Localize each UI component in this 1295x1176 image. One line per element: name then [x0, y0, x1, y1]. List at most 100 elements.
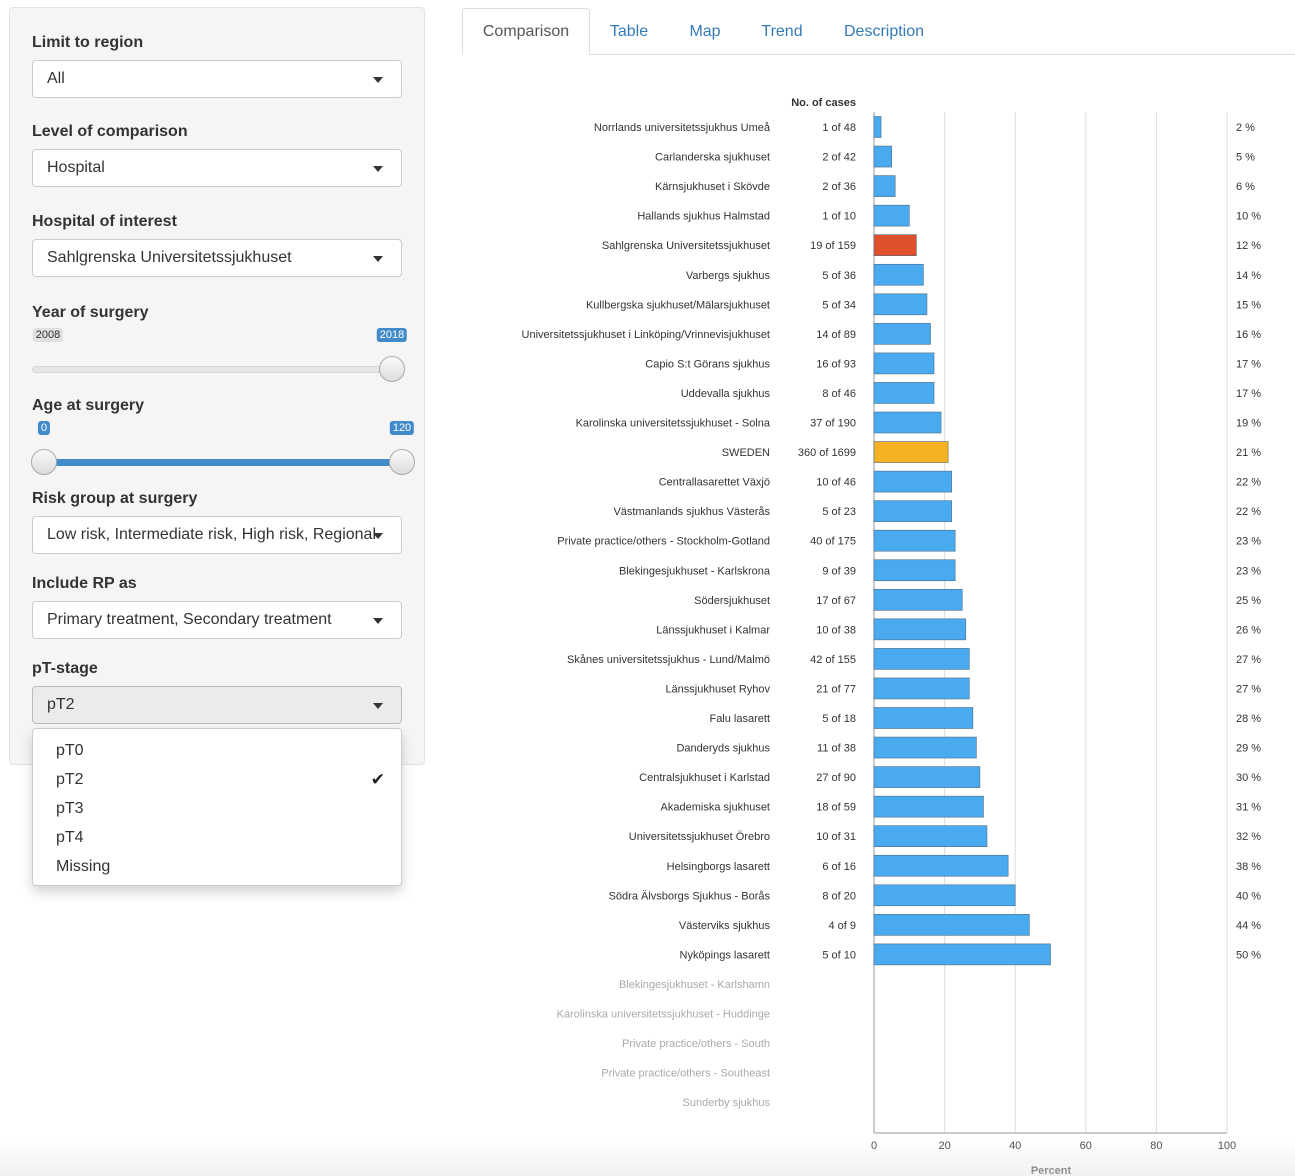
pt-option-pt0[interactable]: pT0 [33, 736, 401, 765]
cases-label: 5 of 34 [822, 299, 856, 311]
hospital-label: Falu lasarett [709, 713, 770, 725]
tab-trend[interactable]: Trend [754, 8, 810, 55]
cases-label: 8 of 46 [822, 388, 856, 400]
hospital-label: Sunderby sjukhus [683, 1097, 771, 1109]
bar [873, 145, 892, 168]
tab-comparison[interactable]: Comparison [462, 8, 590, 55]
bar [873, 559, 956, 582]
rp-label: Include RP as [32, 575, 137, 592]
percent-label: 23 % [1236, 565, 1261, 577]
cases-label: 10 of 38 [816, 624, 856, 636]
hospital-label: Kullbergska sjukhuset/Mälarsjukhuset [586, 299, 770, 311]
percent-label: 38 % [1236, 861, 1261, 873]
percent-label: 15 % [1236, 299, 1261, 311]
bar [873, 116, 882, 138]
region-select[interactable]: All [32, 60, 402, 98]
cases-label: 1 of 48 [822, 122, 856, 134]
x-axis-title: Percent [1031, 1165, 1072, 1176]
cases-label: 42 of 155 [810, 654, 856, 666]
risk-select[interactable]: Low risk, Intermediate risk, High risk, … [32, 516, 402, 554]
region-label: Limit to region [32, 34, 144, 51]
pt-option-pt2[interactable]: pT2 ✔ [33, 765, 401, 794]
cases-label: 21 of 77 [816, 683, 856, 695]
rp-select[interactable]: Primary treatment, Secondary treatment [32, 601, 402, 639]
age-slider[interactable]: 0 120 [31, 421, 415, 481]
percent-label: 16 % [1236, 329, 1261, 341]
checkmark-icon: ✔ [370, 770, 385, 789]
hospital-label: Norrlands universitetssjukhus Umeå [594, 122, 771, 134]
level-label: Level of comparison [32, 123, 188, 140]
percent-label: 40 % [1236, 890, 1261, 902]
bar [873, 618, 967, 641]
level-select[interactable]: Hospital [32, 149, 402, 187]
pt-stage-select[interactable]: pT2 [32, 686, 402, 724]
chevron-down-icon [373, 703, 383, 709]
year-slider-handle[interactable] [379, 356, 405, 382]
percent-label: 44 % [1236, 920, 1261, 932]
age-label: Age at surgery [32, 397, 145, 414]
pt-option-pt4[interactable]: pT4 [33, 823, 401, 852]
hospital-label: Carlanderska sjukhuset [655, 152, 770, 164]
tab-map[interactable]: Map [682, 8, 728, 55]
percent-label: 2 % [1236, 122, 1255, 134]
pt-stage-select-value: pT2 [47, 696, 75, 713]
option-label: pT4 [56, 829, 84, 846]
bar [873, 766, 981, 788]
hospital-label: Universitetssjukhuset i Linköping/Vrinne… [522, 329, 770, 341]
bar [873, 943, 1051, 966]
hospital-label: Länssjukhuset i Kalmar [656, 624, 770, 636]
cases-label: 19 of 159 [810, 240, 856, 252]
age-high-handle[interactable] [389, 449, 415, 475]
cases-label: 14 of 89 [816, 329, 856, 341]
percent-label: 21 % [1236, 447, 1261, 459]
hospital-label: Akademiska sjukhuset [661, 802, 770, 814]
percent-label: 10 % [1236, 211, 1261, 223]
year-slider-track [32, 366, 396, 373]
bar [873, 914, 1030, 936]
percent-label: 32 % [1236, 831, 1261, 843]
year-min-tag: 2008 [32, 328, 64, 342]
tab-description[interactable]: Description [836, 8, 932, 55]
x-tick-label: 80 [1150, 1140, 1162, 1152]
cases-label: 37 of 190 [810, 418, 856, 430]
pt-option-missing[interactable]: Missing [33, 852, 401, 881]
percent-label: 25 % [1236, 595, 1261, 607]
bar-layer [873, 116, 1051, 966]
x-tick-label: 0 [871, 1140, 877, 1152]
hospital-label: Sahlgrenska Universitetssjukhuset [602, 240, 770, 252]
hospital-select[interactable]: Sahlgrenska Universitetssjukhuset [32, 239, 402, 277]
cases-label: 27 of 90 [816, 772, 856, 784]
hospital-label: SWEDEN [722, 447, 770, 459]
hospital-label: Hospital of interest [32, 213, 177, 230]
option-label: pT0 [56, 742, 84, 759]
cases-column-header: No. of cases [791, 97, 856, 109]
age-high-tag: 120 [389, 421, 415, 435]
percent-label: 29 % [1236, 743, 1261, 755]
year-slider[interactable]: 2008 2018 [32, 328, 408, 388]
chevron-down-icon [373, 533, 383, 539]
hospital-label: Universitetssjukhuset Örebro [629, 831, 770, 843]
hospital-label: Blekingesjukhuset - Karlshamn [619, 979, 770, 991]
bar [873, 470, 952, 493]
comparison-bar-chart: 0 20 40 60 80 100 Norrlands universitetssjukhu… [522, 97, 1262, 1176]
bar [873, 441, 949, 463]
x-tick-label: 100 [1218, 1140, 1236, 1152]
cases-label: 5 of 36 [822, 270, 856, 282]
bar [873, 323, 931, 345]
risk-select-value: Low risk, Intermediate risk, High risk, … [47, 526, 377, 543]
pt-stage-label: pT-stage [32, 660, 98, 677]
cases-label: 2 of 42 [822, 152, 856, 164]
hospital-label: Centralsjukhuset i Karlstad [639, 772, 770, 784]
percent-label: 14 % [1236, 270, 1261, 282]
hospital-label: Blekingesjukhuset - Karlskrona [619, 565, 771, 577]
tab-table[interactable]: Table [600, 8, 658, 55]
percent-label: 22 % [1236, 477, 1261, 489]
bar [873, 500, 952, 522]
bar [873, 854, 1009, 877]
bar [873, 293, 928, 316]
hospital-label: Private practice/others - South [622, 1038, 770, 1050]
hospital-label: Karolinska universitetssjukhuset - Huddi… [557, 1009, 770, 1021]
age-low-handle[interactable] [31, 449, 57, 475]
pt-option-pt3[interactable]: pT3 [33, 794, 401, 823]
bar [873, 352, 935, 375]
